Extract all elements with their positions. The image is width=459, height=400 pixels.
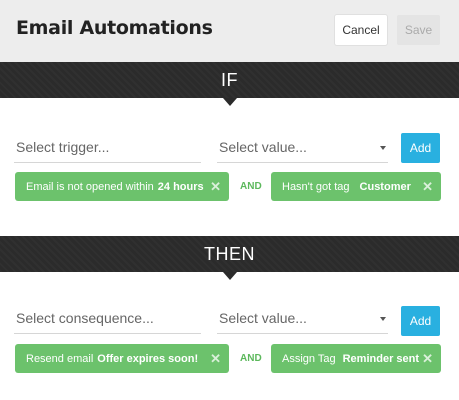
- close-icon[interactable]: ✕: [422, 179, 433, 194]
- action-chip: Assign Tag Reminder sent ✕: [271, 344, 441, 373]
- consequence-placeholder: Select consequence...: [16, 309, 154, 326]
- condition-value: 24 hours: [157, 180, 204, 193]
- close-icon[interactable]: ✕: [210, 351, 221, 366]
- section-arrow: [223, 98, 237, 106]
- consequence-value-placeholder: Select value...: [219, 309, 307, 326]
- action-text: Assign Tag: [282, 352, 336, 365]
- consequence-value-select[interactable]: Select value...: [217, 302, 388, 334]
- condition-value: Customer: [359, 180, 411, 193]
- close-icon[interactable]: ✕: [210, 179, 221, 194]
- condition-text: Email is not opened within: [26, 180, 154, 193]
- caret-down-icon: [380, 146, 386, 150]
- condition-chip: Hasn't got tag Customer ✕: [271, 172, 441, 201]
- trigger-select[interactable]: Select trigger...: [14, 131, 201, 163]
- action-value: Reminder sent: [342, 352, 420, 365]
- and-connector: AND: [240, 181, 262, 192]
- condition-text: Hasn't got tag: [282, 180, 350, 193]
- condition-chip: Email is not opened within 24 hours ✕: [15, 172, 229, 201]
- and-connector: AND: [240, 353, 262, 364]
- close-icon[interactable]: ✕: [422, 351, 433, 366]
- caret-down-icon: [380, 317, 386, 321]
- action-text: Resend email: [26, 352, 94, 365]
- action-chip: Resend email Offer expires soon! ✕: [15, 344, 229, 373]
- trigger-value-placeholder: Select value...: [219, 138, 307, 155]
- page-title: Email Automations: [16, 17, 213, 39]
- action-value: Offer expires soon!: [97, 352, 199, 365]
- trigger-placeholder: Select trigger...: [16, 138, 110, 155]
- add-trigger-button[interactable]: Add: [401, 133, 440, 163]
- then-section-header: THEN: [0, 236, 459, 280]
- if-label: IF: [221, 70, 238, 90]
- then-label: THEN: [204, 244, 255, 264]
- save-button[interactable]: Save: [397, 15, 440, 45]
- consequence-select[interactable]: Select consequence...: [14, 302, 201, 334]
- section-arrow: [223, 272, 237, 280]
- add-consequence-button[interactable]: Add: [401, 306, 440, 336]
- cancel-button[interactable]: Cancel: [335, 15, 387, 45]
- top-bar: Email Automations Cancel Save: [0, 0, 459, 62]
- trigger-value-select[interactable]: Select value...: [217, 131, 388, 163]
- if-section-header: IF: [0, 62, 459, 106]
